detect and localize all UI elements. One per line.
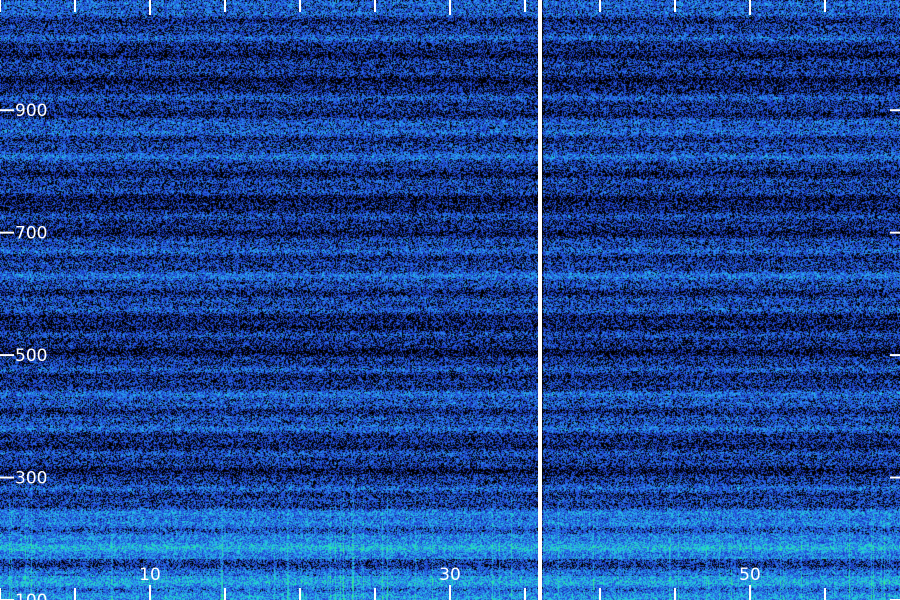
spectrogram-axes: 10 30 50 100 300 500 700 900 [0,0,900,600]
x-tick-label-30: 30 [439,565,461,585]
x-tick-label-50: 50 [739,565,761,585]
y-tick-label-100: 100 [15,591,47,600]
y-tick-label-900: 900 [15,101,47,121]
x-tick-label-10: 10 [139,565,161,585]
y-tick-label-300: 300 [15,469,47,489]
y-tick-label-500: 500 [15,346,47,366]
x-axis-ticks: 10 30 50 [0,0,826,600]
y-axis-ticks: 100 300 500 700 900 [0,101,900,600]
y-tick-label-700: 700 [15,224,47,244]
